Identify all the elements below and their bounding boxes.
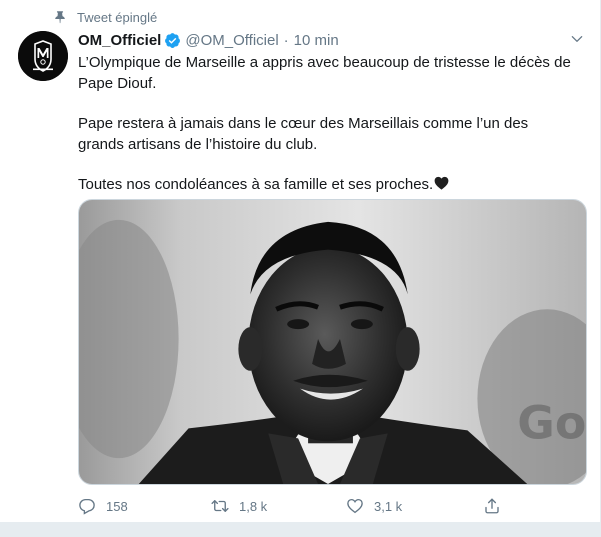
pin-icon	[53, 10, 67, 24]
like-count: 3,1 k	[374, 498, 403, 514]
like-button[interactable]: 3,1 k	[346, 494, 402, 518]
timeline-separator	[0, 522, 601, 537]
retweet-count: 1,8 k	[239, 498, 268, 514]
author-name[interactable]: OM_Officiel	[78, 32, 161, 49]
tweet-timestamp[interactable]: 10 min	[294, 32, 339, 49]
black-heart-icon	[434, 176, 449, 190]
tweet-paragraph: L’Olympique de Marseille a appris avec b…	[78, 54, 571, 92]
tweet-paragraph: Toutes nos condoléances à sa famille et …	[78, 176, 434, 193]
tweet-text: L’Olympique de Marseille a appris avec b…	[78, 52, 578, 195]
tweet-paragraph: Pape restera à jamais dans le cœur des M…	[78, 115, 529, 153]
avatar[interactable]	[18, 31, 68, 81]
retweet-button[interactable]: 1,8 k	[211, 494, 267, 518]
reply-count: 158	[106, 498, 128, 514]
heart-icon	[346, 497, 364, 515]
tweet-header: OM_Officiel @OM_Officiel · 10 min	[78, 29, 581, 51]
svg-text:Go: Go	[517, 396, 586, 449]
pinned-indicator: Tweet épinglé	[53, 9, 157, 25]
tweet-photo[interactable]: Go	[78, 199, 587, 485]
pinned-label: Tweet épinglé	[77, 9, 158, 25]
reply-icon	[78, 497, 96, 515]
retweet-icon	[211, 497, 229, 515]
tweet-actions: 158 1,8 k 3,1 k	[78, 494, 508, 518]
author-handle[interactable]: @OM_Officiel	[185, 32, 278, 49]
share-button[interactable]	[483, 494, 511, 518]
share-icon	[483, 497, 501, 515]
chevron-down-icon[interactable]	[570, 32, 584, 46]
header-separator: ·	[283, 31, 289, 49]
tweet-paragraph-last: Toutes nos condoléances à sa famille et …	[78, 174, 578, 195]
verified-badge-icon	[164, 32, 181, 49]
pinned-tweet[interactable]: Tweet épinglé OM_Officiel @OM_Officiel ·…	[0, 0, 601, 522]
reply-button[interactable]: 158	[78, 494, 128, 518]
